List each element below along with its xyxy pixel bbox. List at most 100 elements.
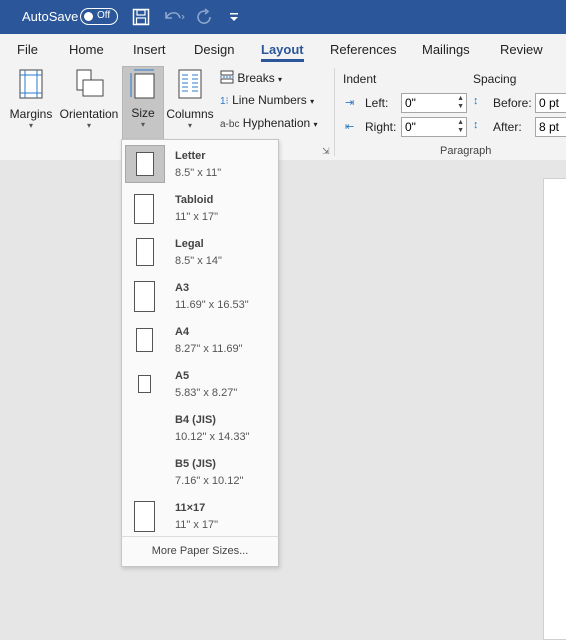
- tab-references[interactable]: References: [330, 42, 396, 57]
- autosave-toggle[interactable]: Off: [80, 8, 118, 25]
- title-bar: AutoSave Off: [0, 0, 566, 34]
- line-numbers-icon: 1⁝: [220, 96, 229, 107]
- autosave-state: Off: [97, 10, 111, 21]
- spacing-after-label: After:: [493, 120, 522, 134]
- tab-file[interactable]: File: [17, 42, 38, 57]
- hyphenation-label: Hyphenation: [242, 116, 311, 130]
- tab-layout[interactable]: Layout: [261, 42, 304, 57]
- size-icon: [130, 69, 155, 99]
- size-button[interactable]: Size ▾: [122, 66, 164, 140]
- tab-insert[interactable]: Insert: [133, 42, 166, 57]
- spacing-before-icon: ↕: [473, 95, 479, 107]
- spin-arrows-icon[interactable]: ▲ ▼: [457, 95, 464, 111]
- autosave-label: AutoSave: [22, 9, 79, 24]
- option-name: A5: [175, 370, 190, 382]
- size-option-a3[interactable]: A3 11.69" x 16.53": [122, 275, 278, 319]
- tab-mailings[interactable]: Mailings: [422, 42, 470, 57]
- indent-right-icon: ⇤: [345, 121, 355, 133]
- hyphenation-icon: a-bc: [220, 119, 240, 130]
- indent-left-label: Left:: [365, 96, 389, 110]
- indent-left-icon: ⇥: [345, 97, 355, 109]
- page-setup-launcher-icon[interactable]: ⇲: [322, 146, 330, 157]
- paper-icon: [136, 328, 153, 352]
- size-option-11x17[interactable]: 11×17 11" x 17": [122, 495, 278, 539]
- indent-right-value: 0": [405, 120, 416, 134]
- spacing-after-value: 8 pt: [539, 120, 560, 134]
- active-tab-indicator: [261, 59, 304, 62]
- columns-button[interactable]: Columns ▾: [165, 68, 215, 130]
- option-name: A4: [175, 326, 190, 338]
- size-dropdown: Letter 8.5" x 11" Tabloid 11" x 17" Lega…: [121, 139, 279, 567]
- more-paper-sizes-button[interactable]: More Paper Sizes...: [122, 536, 278, 557]
- orientation-button[interactable]: Orientation ▾: [58, 68, 120, 130]
- option-name: Legal: [175, 238, 204, 250]
- line-numbers-button[interactable]: 1⁝ Line Numbers ▾: [220, 93, 314, 107]
- option-dims: 8.27" x 11.69": [175, 343, 243, 355]
- spacing-before-label: Before:: [493, 96, 532, 110]
- paper-icon: [138, 375, 151, 393]
- indent-right-label: Right:: [365, 120, 397, 134]
- margins-icon: [19, 69, 43, 99]
- indent-left-value: 0": [405, 96, 416, 110]
- chevron-down-icon: ▾: [313, 120, 318, 129]
- paper-icon: [134, 194, 154, 224]
- size-option-tabloid[interactable]: Tabloid 11" x 17": [122, 187, 278, 231]
- line-numbers-label: Line Numbers: [232, 93, 307, 107]
- group-separator: [334, 68, 335, 156]
- indent-left-input[interactable]: 0" ▲ ▼: [401, 93, 467, 113]
- breaks-button[interactable]: Breaks ▾: [220, 70, 282, 85]
- spacing-after-input[interactable]: 8 pt: [535, 117, 566, 137]
- option-dims: 8.5" x 14": [175, 255, 222, 267]
- option-name: Tabloid: [175, 194, 214, 206]
- size-option-a5[interactable]: A5 5.83" x 8.27": [122, 363, 278, 407]
- save-icon[interactable]: [132, 8, 150, 31]
- size-option-legal[interactable]: Legal 8.5" x 14": [122, 231, 278, 275]
- hyphenation-button[interactable]: a-bc Hyphenation ▾: [220, 116, 318, 130]
- breaks-icon: [220, 70, 234, 84]
- chevron-down-icon: ▾: [278, 75, 283, 84]
- chevron-down-icon: ▾: [310, 97, 315, 106]
- orientation-label: Orientation: [59, 107, 119, 121]
- option-dims: 10.12" x 14.33": [175, 431, 250, 443]
- paper-icon: [134, 501, 155, 532]
- spacing-title: Spacing: [473, 72, 517, 86]
- spacing-before-value: 0 pt: [539, 96, 560, 110]
- size-label: Size: [131, 106, 155, 120]
- paper-icon: [136, 238, 154, 266]
- size-option-b4-jis[interactable]: B4 (JIS) 10.12" x 14.33": [122, 407, 278, 451]
- paper-icon: [134, 281, 155, 312]
- option-dims: 7.16" x 10.12": [175, 475, 244, 487]
- margins-label: Margins: [9, 107, 53, 121]
- customize-qat-icon[interactable]: [229, 8, 239, 31]
- paper-icon: [136, 152, 154, 176]
- margins-button[interactable]: Margins ▾: [8, 68, 54, 130]
- size-option-a4[interactable]: A4 8.27" x 11.69": [122, 319, 278, 363]
- spacing-before-input[interactable]: 0 pt: [535, 93, 566, 113]
- columns-label: Columns: [166, 107, 214, 121]
- option-dims: 5.83" x 8.27": [175, 387, 238, 399]
- option-name: B4 (JIS): [175, 414, 216, 426]
- breaks-label: Breaks: [237, 71, 275, 85]
- ribbon: Margins ▾ Orientation ▾ Size ▾ Columns ▾…: [0, 64, 566, 161]
- tab-design[interactable]: Design: [194, 42, 234, 57]
- size-option-b5-jis[interactable]: B5 (JIS) 7.16" x 10.12": [122, 451, 278, 495]
- spin-arrows-icon[interactable]: ▲ ▼: [457, 119, 464, 135]
- chevron-down-icon: ▾: [86, 121, 91, 130]
- option-name: A3: [175, 282, 190, 294]
- redo-icon[interactable]: [196, 8, 214, 31]
- undo-icon[interactable]: [162, 8, 186, 31]
- tab-review[interactable]: Review: [500, 42, 543, 57]
- option-dims: 11.69" x 16.53": [175, 299, 249, 311]
- option-name: 11×17: [175, 502, 206, 514]
- option-dims: 8.5" x 11": [175, 167, 222, 179]
- spacing-after-icon: ↕: [473, 119, 479, 131]
- tab-home[interactable]: Home: [69, 42, 104, 57]
- document-area: [0, 160, 566, 636]
- document-page[interactable]: [543, 178, 566, 640]
- paragraph-group-label: Paragraph: [440, 145, 492, 157]
- toggle-knob: [84, 12, 93, 21]
- size-option-letter[interactable]: Letter 8.5" x 11": [122, 143, 278, 187]
- option-dims: 11" x 17": [175, 519, 219, 531]
- indent-right-input[interactable]: 0" ▲ ▼: [401, 117, 467, 137]
- orientation-icon: [76, 69, 104, 97]
